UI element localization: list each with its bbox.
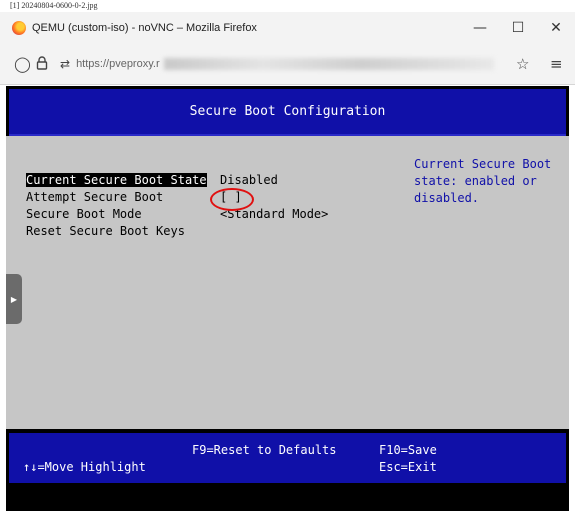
option-current-secure-boot-state[interactable]: Current Secure Boot State: [26, 173, 207, 187]
footer-move-hint: ↑↓=Move Highlight: [23, 460, 146, 474]
annotation-circle: [210, 188, 254, 211]
footer-save-hint: F10=Save: [379, 443, 437, 457]
footer-reset-hint: F9=Reset to Defaults: [192, 443, 337, 457]
tracking-shield-icon[interactable]: ◯: [14, 55, 31, 73]
navigation-toolbar: ◯ ⇄ https://pveproxy.r ☆ ≡: [0, 44, 575, 85]
url-redacted: [163, 58, 494, 70]
bookmark-star-icon[interactable]: ☆: [516, 55, 529, 73]
bios-title: Secure Boot Configuration: [189, 104, 386, 119]
lock-icon[interactable]: [36, 56, 48, 73]
help-text: Current Secure Boot state: enabled or di…: [414, 157, 552, 205]
chevron-right-icon: ▶: [10, 294, 18, 304]
lock-icon-svg: [36, 56, 48, 70]
image-caption: [1] 20240804-0600-0-2.jpg: [10, 1, 98, 10]
browser-title-bar: QEMU (custom-iso) - noVNC – Mozilla Fire…: [0, 12, 575, 44]
firefox-logo-icon: [12, 21, 26, 35]
window-controls: — ☐ ✕: [461, 12, 575, 44]
close-button[interactable]: ✕: [537, 12, 575, 44]
bios-header: Secure Boot Configuration: [9, 89, 566, 136]
minimize-button[interactable]: —: [461, 12, 499, 44]
option-attempt-secure-boot[interactable]: Attempt Secure Boot: [26, 190, 163, 204]
bios-body: Current Secure Boot State Disabled Attem…: [6, 136, 569, 429]
option-reset-secure-boot-keys[interactable]: Reset Secure Boot Keys: [26, 224, 185, 238]
novnc-sidebar-handle[interactable]: ▶: [6, 274, 22, 324]
maximize-button[interactable]: ☐: [499, 12, 537, 44]
menu-icon[interactable]: ≡: [550, 55, 563, 73]
permissions-icon[interactable]: ⇄: [60, 57, 70, 71]
bios-footer: F9=Reset to Defaults F10=Save ↑↓=Move Hi…: [9, 433, 566, 483]
option-secure-boot-mode[interactable]: Secure Boot Mode: [26, 207, 142, 221]
vnc-canvas[interactable]: Secure Boot Configuration Current Secure…: [6, 86, 569, 511]
url-text: https://pveproxy.r: [76, 58, 160, 70]
window-title: QEMU (custom-iso) - noVNC – Mozilla Fire…: [32, 22, 257, 34]
value-current-secure-boot-state: Disabled: [220, 173, 278, 187]
url-field[interactable]: ⇄ https://pveproxy.r: [60, 54, 510, 74]
footer-exit-hint: Esc=Exit: [379, 460, 437, 474]
